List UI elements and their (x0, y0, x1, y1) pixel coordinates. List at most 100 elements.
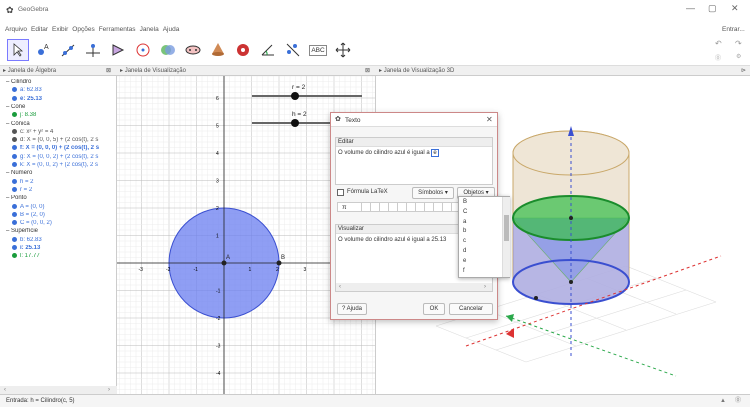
visibility-dot-icon[interactable] (12, 220, 17, 226)
algebra-item[interactable]: r = 2 (0, 186, 117, 194)
latex-checkbox[interactable] (337, 189, 344, 196)
algebra-item[interactable]: k: X = (0, 0, 2) + (2 cos(t), 2 s (0, 162, 117, 169)
visibility-dot-icon[interactable] (12, 95, 17, 101)
algebra-category[interactable]: – Número (0, 170, 117, 177)
minimize-icon[interactable]: — (686, 3, 695, 13)
objects-list-item[interactable]: C (463, 209, 467, 215)
visibility-dot-icon[interactable] (12, 245, 17, 250)
visibility-dot-icon[interactable] (12, 162, 17, 167)
cancel-button[interactable]: Cancelar (449, 303, 493, 315)
algebra-view[interactable]: – Cilindro a: 62.83 e: 25.13 – Cone j: 8.38 –… (0, 76, 117, 394)
ok-button[interactable]: OK (423, 303, 445, 315)
visibility-dot-icon[interactable] (12, 236, 17, 242)
maximize-icon[interactable]: ▢ (708, 3, 717, 14)
objects-list-item[interactable]: d (463, 248, 466, 254)
visibility-dot-icon[interactable] (12, 112, 17, 118)
visibility-dot-icon[interactable] (12, 253, 17, 259)
algebra-category[interactable]: – Superfície (0, 228, 117, 235)
objects-list-item[interactable]: f (463, 268, 465, 274)
visibility-dot-icon[interactable] (12, 87, 17, 93)
visibility-dot-icon[interactable] (12, 186, 17, 192)
algebra-item[interactable]: d: X = (0, 0, 5) + (2 cos(t), 2 s (0, 137, 117, 144)
slider-r-handle[interactable] (291, 92, 299, 100)
algebra-category[interactable]: – Cilindro (0, 79, 117, 86)
objects-list-item[interactable]: B (463, 199, 467, 205)
sphere-tool[interactable] (232, 39, 254, 61)
move-view-tool[interactable] (332, 39, 354, 61)
help-button[interactable]: ? Ajuda (337, 303, 367, 315)
algebra-item[interactable]: c: x² + y² = 4 (0, 128, 117, 136)
algebra-item[interactable]: f: X = (0, 0, 0) + (2 cos(t), 2 s (0, 145, 117, 152)
pi-symbol[interactable]: π (342, 204, 347, 211)
objects-list-item[interactable]: a (463, 219, 466, 225)
point-tool[interactable]: A (32, 39, 54, 61)
algebra-category[interactable]: – Cônica (0, 121, 117, 128)
algebra-item[interactable]: e: 25.13 (0, 95, 117, 103)
objects-list-item[interactable]: e (463, 258, 466, 264)
visibility-dot-icon[interactable] (12, 203, 17, 209)
menu-3[interactable]: Opções (72, 26, 94, 33)
visibility-dot-icon[interactable] (12, 145, 17, 151)
algebra-item[interactable]: j: 8.38 (0, 112, 117, 119)
point-b[interactable] (276, 260, 282, 266)
symbols-dropdown[interactable]: Símbolos ▾ (412, 187, 454, 199)
line-tool[interactable] (57, 39, 79, 61)
algebra-item[interactable]: h = 2 (0, 178, 117, 186)
help-small-icon[interactable]: ⓪ (715, 53, 721, 62)
objects-list-scrollbar[interactable] (502, 197, 510, 277)
algebra-item[interactable]: a: 62.83 (0, 87, 117, 94)
circle-tool[interactable] (132, 39, 154, 61)
menu-4[interactable]: Ferramentas (99, 26, 136, 33)
slider-h-handle[interactable] (291, 119, 299, 127)
edit-textbox[interactable]: O volume do cilindro azul é igual a e (336, 147, 492, 159)
move-tool[interactable] (7, 39, 29, 61)
input-bar[interactable]: Entrada: h = Cilindro(c, 5) ▲ ⓪ (0, 394, 750, 407)
dialog-close-icon[interactable]: ✕ (486, 115, 493, 124)
settings-gear-icon[interactable]: ⚙ (736, 53, 741, 60)
point-b-3d[interactable] (534, 296, 538, 300)
algebra-item[interactable]: C = (0, 0, 2) (0, 220, 117, 227)
preview-scrollbar[interactable]: ‹ › (336, 283, 492, 291)
visibility-dot-icon[interactable] (12, 128, 17, 134)
visibility-dot-icon[interactable] (12, 178, 17, 184)
reflect-tool[interactable] (282, 39, 304, 61)
input-text[interactable]: Entrada: h = Cilindro(c, 5) (6, 398, 75, 404)
input-keyboard-icon[interactable]: ▲ (720, 395, 726, 407)
undo-icon[interactable]: ↶ (715, 39, 722, 48)
polygon-tool[interactable] (107, 39, 129, 61)
expand-3d-icon[interactable]: ⊳ (741, 66, 746, 76)
algebra-item[interactable]: B = (2, 0) (0, 211, 117, 219)
algebra-item[interactable]: g: X = (0, 0, 2) + (2 cos(t), 2 s (0, 153, 117, 161)
menu-0[interactable]: Arquivo (5, 26, 27, 33)
close-graphics-icon[interactable]: ⊠ (365, 66, 370, 76)
redo-icon[interactable]: ↷ (735, 39, 742, 48)
objects-list[interactable]: BCabcdef (458, 196, 510, 278)
algebra-item[interactable]: l: 17.77 (0, 253, 117, 260)
visibility-dot-icon[interactable] (12, 211, 17, 217)
point-a-3d[interactable] (569, 280, 573, 284)
algebra-category[interactable]: – Ponto (0, 195, 117, 202)
object-chip[interactable]: e (431, 149, 439, 157)
menu-6[interactable]: Ajuda (163, 26, 180, 33)
menu-5[interactable]: Janela (140, 26, 159, 33)
algebra-item[interactable]: b: 62.83 (0, 236, 117, 244)
algebra-category[interactable]: – Cone (0, 104, 117, 111)
menu-1[interactable]: Editar (31, 26, 48, 33)
visibility-dot-icon[interactable] (12, 153, 17, 159)
close-icon[interactable]: ✕ (731, 3, 739, 14)
objects-list-item[interactable]: b (463, 228, 466, 234)
intersect-surfaces-tool[interactable] (157, 39, 179, 61)
perpendicular-tool[interactable] (82, 39, 104, 61)
objects-list-item[interactable]: c (463, 238, 466, 244)
algebra-item[interactable]: i: 25.13 (0, 245, 117, 252)
menu-2[interactable]: Exibir (52, 26, 68, 33)
algebra-item[interactable]: A = (0, 0) (0, 203, 117, 211)
text-tool[interactable]: ABC (307, 39, 329, 61)
point-a[interactable] (221, 260, 227, 266)
point-c-3d[interactable] (569, 216, 573, 220)
algebra-scrollbar[interactable]: ‹ › (0, 386, 117, 394)
input-help-icon[interactable]: ⓪ (735, 395, 741, 407)
ellipse-tool[interactable] (182, 39, 204, 61)
angle-tool[interactable] (257, 39, 279, 61)
login-link[interactable]: Entrar... (722, 26, 745, 33)
